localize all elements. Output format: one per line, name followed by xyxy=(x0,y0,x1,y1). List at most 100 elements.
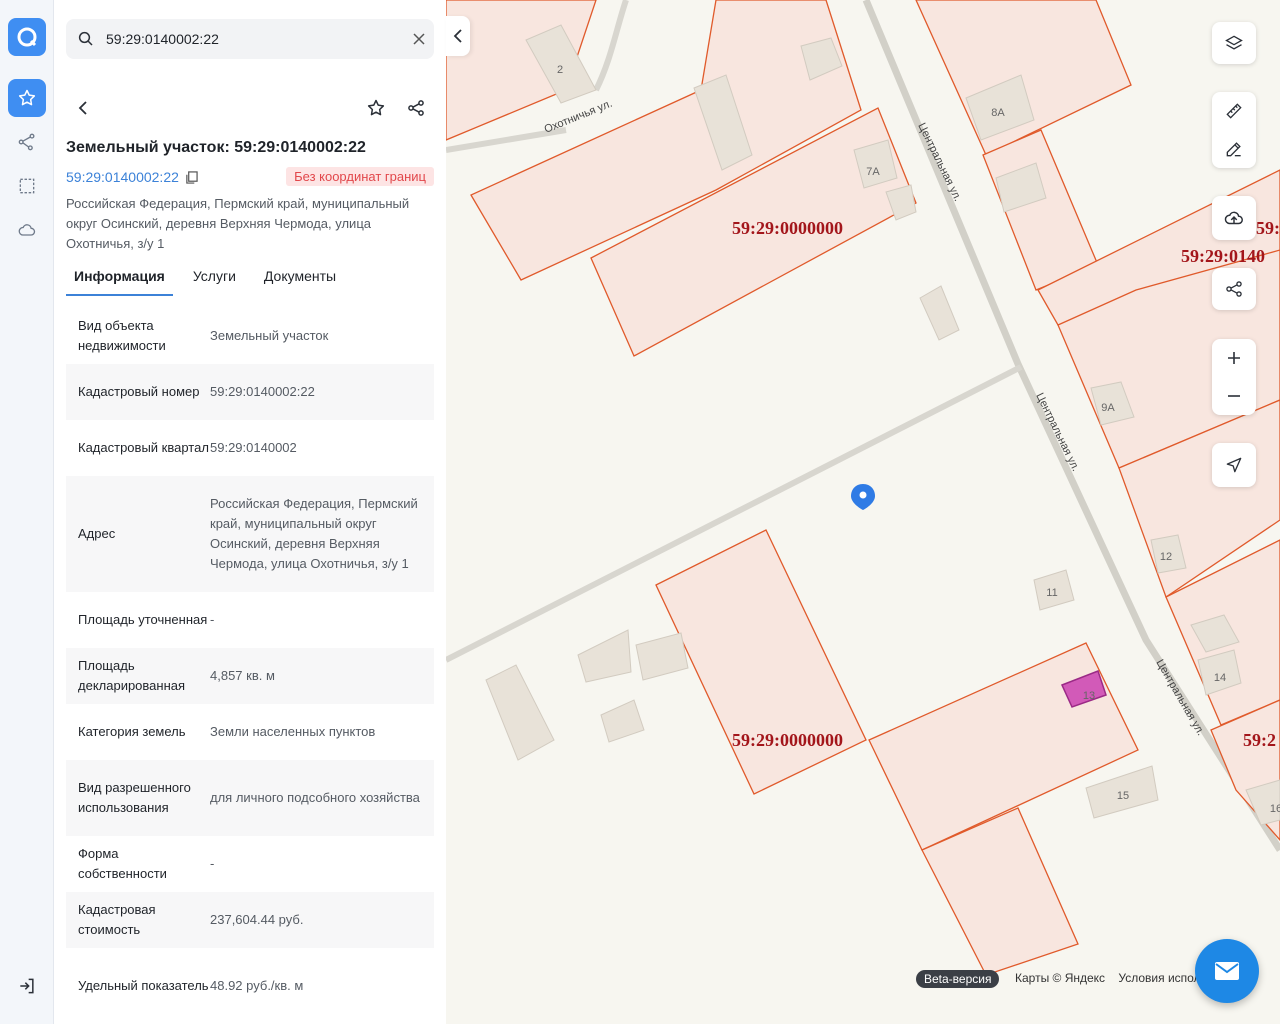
table-row: Кадастровая стоимость 237,604.44 руб. xyxy=(66,892,434,948)
back-button[interactable] xyxy=(66,90,102,126)
upload-control xyxy=(1212,196,1256,240)
row-key: Кадастровый квартал xyxy=(78,440,209,455)
chevron-left-icon xyxy=(453,29,462,43)
edit-icon xyxy=(1226,142,1241,157)
row-value: 59:29:0140002 xyxy=(210,440,297,455)
house-number: 8А xyxy=(991,107,1005,119)
table-row: Вид разрешенного использования для личног… xyxy=(66,760,434,836)
location-pin-icon[interactable] xyxy=(851,484,875,510)
cad-number-link[interactable]: 59:29:0140002:22 xyxy=(66,169,198,185)
feedback-mail-button[interactable] xyxy=(1195,939,1259,1003)
table-row: Площадь уточненная - xyxy=(66,592,434,648)
cloud-upload-icon xyxy=(1224,211,1243,225)
house-number: 7А xyxy=(866,166,880,178)
app-logo-icon[interactable] xyxy=(8,18,46,56)
house-number: 2 xyxy=(557,64,563,76)
table-row: Кадастровый номер 59:29:0140002:22 xyxy=(66,364,434,420)
search-input[interactable] xyxy=(106,31,404,47)
tab-services[interactable]: Услуги xyxy=(185,264,244,296)
panel-toolbar xyxy=(66,90,434,126)
search-box xyxy=(66,19,434,59)
yandex-attribution-link[interactable]: Карты © Яндекс xyxy=(1015,971,1105,985)
table-row: Категория земель Земли населенных пунктов xyxy=(66,704,434,760)
house-number: 15 xyxy=(1117,790,1129,802)
clear-icon[interactable] xyxy=(404,33,434,45)
cloud-icon[interactable] xyxy=(8,211,46,249)
cad-quarter-label: 59:29:0000000 xyxy=(732,730,843,750)
login-icon[interactable] xyxy=(8,967,46,1005)
row-value: 4,857 кв. м xyxy=(210,668,275,683)
tab-documents[interactable]: Документы xyxy=(256,264,344,296)
cad-quarter-label: 59:29:0000000 xyxy=(732,218,843,238)
house-number: 13 xyxy=(1083,690,1095,702)
info-panel: Земельный участок: 59:29:0140002:22 59:2… xyxy=(54,0,446,1024)
navigation-arrow-icon xyxy=(1226,457,1242,473)
ruler-icon xyxy=(1226,103,1242,119)
zoom-in-button[interactable] xyxy=(1212,339,1256,377)
row-key: Категория земель xyxy=(78,724,186,739)
row-value: Земельный участок xyxy=(210,328,329,343)
share-icon xyxy=(408,100,424,116)
star-icon xyxy=(367,99,385,116)
favorites-star-icon[interactable] xyxy=(8,79,46,117)
row-key: Площадь уточненная xyxy=(78,612,208,627)
beta-badge: Beta-версия xyxy=(916,970,1000,988)
tab-bar: Информация Услуги Документы xyxy=(66,264,434,296)
upload-button[interactable] xyxy=(1212,196,1256,240)
house-number: 14 xyxy=(1214,672,1226,684)
favorite-button[interactable] xyxy=(358,90,394,126)
geolocation-button[interactable] xyxy=(1212,443,1256,487)
search-icon xyxy=(66,30,106,48)
table-row: Площадь декларированная 4,857 кв. м xyxy=(66,648,434,704)
row-key: Удельный показатель xyxy=(78,978,209,993)
row-value: Российская Федерация, Пермский край, мун… xyxy=(210,496,418,571)
zoom-out-button[interactable] xyxy=(1212,377,1256,415)
cad-quarter-label: 59:2 xyxy=(1243,730,1276,750)
house-number: 9А xyxy=(1101,402,1115,414)
layers-button[interactable] xyxy=(1212,22,1256,64)
map-attribution: Карты © Яндекс Условия испол xyxy=(1015,971,1211,985)
map-canvas[interactable]: Охотничья ул. Центральная ул. Центральна… xyxy=(446,0,1280,1024)
zoom-control xyxy=(1212,339,1256,415)
copy-icon[interactable] xyxy=(185,170,198,184)
tab-information[interactable]: Информация xyxy=(66,264,173,296)
row-key: Вид разрешенного использования xyxy=(78,780,191,815)
tools-control xyxy=(1212,92,1256,168)
table-row: Удельный показатель 48.92 руб./кв. м xyxy=(66,948,434,1024)
table-row: Адрес Российская Федерация, Пермский край… xyxy=(66,476,434,592)
share-button[interactable] xyxy=(398,90,434,126)
row-value: для личного подсобного хозяйства xyxy=(210,790,420,805)
row-value: Земли населенных пунктов xyxy=(210,724,376,739)
chevron-left-icon xyxy=(78,101,87,115)
row-key: Площадь декларированная xyxy=(78,658,186,693)
plus-icon xyxy=(1228,352,1240,364)
table-row: Кадастровый квартал 59:29:0140002 xyxy=(66,420,434,476)
street-label: Центральная ул. xyxy=(915,121,963,203)
collapse-panel-button[interactable] xyxy=(446,16,470,56)
cad-number-text: 59:29:0140002:22 xyxy=(66,169,179,185)
table-row: Форма собственности - xyxy=(66,836,434,892)
share-map-button[interactable] xyxy=(1212,268,1256,310)
house-number: 12 xyxy=(1160,551,1172,563)
ruler-button[interactable] xyxy=(1212,92,1256,130)
row-value: - xyxy=(210,856,215,871)
row-value: 48.92 руб./кв. м xyxy=(210,978,304,993)
status-badge: Без координат границ xyxy=(286,167,434,186)
table-row: Вид объекта недвижимости Земельный участо… xyxy=(66,308,434,364)
info-table: Вид объекта недвижимости Земельный участо… xyxy=(66,308,434,1024)
layers-control xyxy=(1212,22,1256,64)
row-key: Кадастровая стоимость xyxy=(78,902,156,937)
cad-quarter-label: 59:2 xyxy=(1256,218,1280,238)
house-number: 16 xyxy=(1270,803,1280,815)
row-key: Форма собственности xyxy=(78,846,167,881)
terms-link[interactable]: Условия испол xyxy=(1118,971,1200,985)
routes-icon[interactable] xyxy=(8,123,46,161)
row-value: 59:29:0140002:22 xyxy=(210,384,315,399)
house-number: 11 xyxy=(1046,587,1057,599)
edit-button[interactable] xyxy=(1212,130,1256,168)
select-area-icon[interactable] xyxy=(8,167,46,205)
minus-icon xyxy=(1228,395,1240,397)
map-layer: Охотничья ул. Центральная ул. Центральна… xyxy=(446,0,1280,976)
share-icon xyxy=(1226,281,1242,297)
row-key: Кадастровый номер xyxy=(78,384,200,399)
